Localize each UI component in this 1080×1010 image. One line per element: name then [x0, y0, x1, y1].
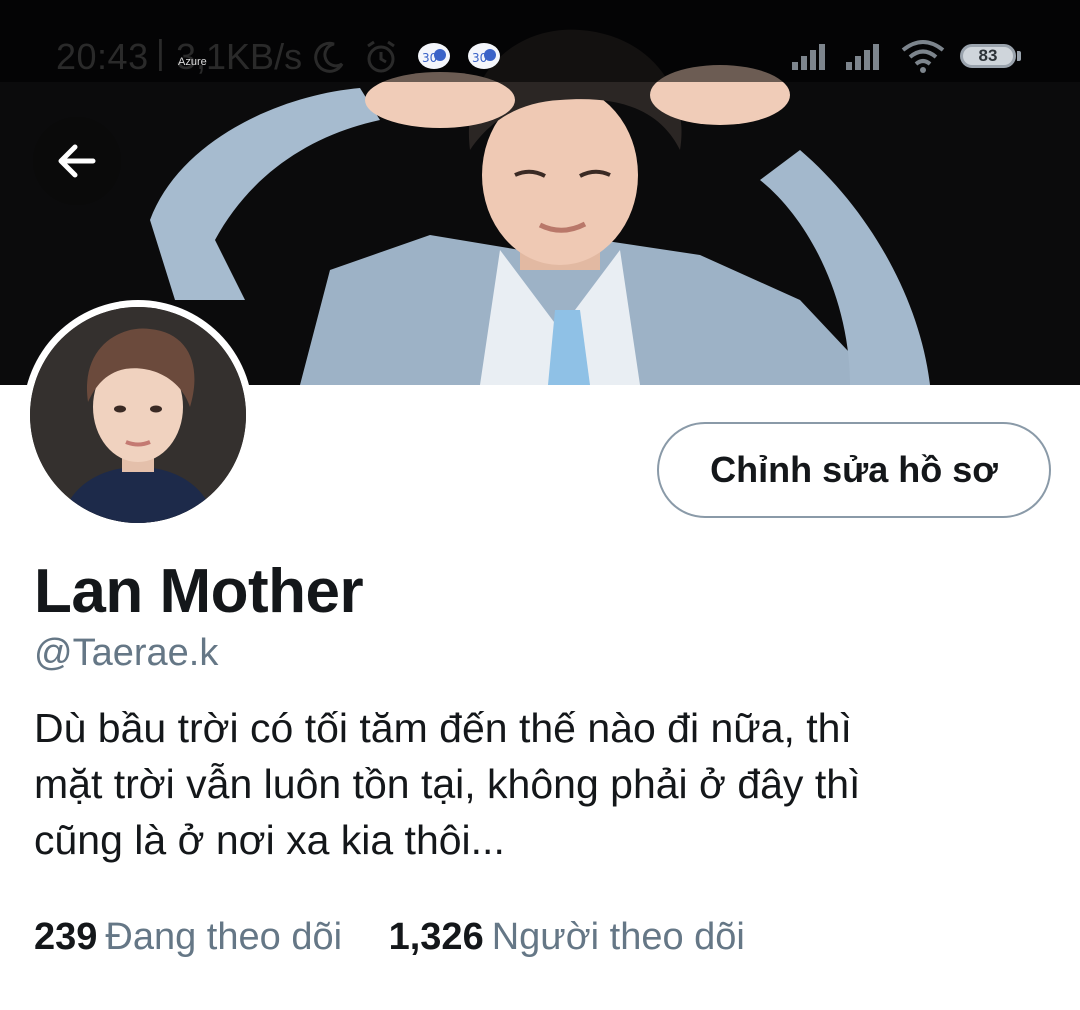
battery-icon: 83	[960, 44, 1016, 68]
arrow-left-icon	[58, 144, 96, 178]
profile-screen: 20:43 | 3,1KB/s Azure 30 30 83 Chỉnh sửa…	[0, 0, 1080, 1010]
avatar[interactable]	[23, 300, 253, 530]
following-label: Đang theo dõi	[105, 916, 343, 958]
edit-profile-button[interactable]: Chỉnh sửa hồ sơ	[657, 422, 1051, 518]
status-bar: 20:43 | 3,1KB/s Azure 30 30 83	[0, 0, 1080, 82]
followers-link[interactable]: 1,326 Người theo dõi	[389, 916, 745, 959]
cellular-signal-icon	[846, 44, 879, 70]
carrier-label: Azure	[178, 56, 207, 68]
app-notification-icon: 30	[418, 43, 450, 69]
bio-line: Dù bầu trời có tối tăm đến thế nào đi nữ…	[34, 705, 852, 751]
app-notification-icon: 30	[468, 43, 500, 69]
svg-text:30: 30	[472, 51, 487, 65]
bio-line: mặt trời vẫn luôn tồn tại, không phải ở …	[34, 761, 861, 807]
status-separator: |	[156, 34, 165, 72]
username-handle: @Taerae.k	[34, 632, 219, 674]
followers-label: Người theo dõi	[491, 916, 745, 958]
bio-line: cũng là ở nơi xa kia thôi...	[34, 817, 505, 863]
following-count: 239	[34, 916, 98, 958]
svg-text:30: 30	[422, 51, 437, 65]
moon-icon	[314, 41, 344, 73]
back-button[interactable]	[33, 117, 121, 205]
alarm-icon	[367, 40, 395, 73]
cellular-signal-icon	[792, 44, 825, 70]
followers-count: 1,326	[388, 916, 484, 958]
battery-tip	[1017, 51, 1021, 61]
status-time: 20:43	[56, 36, 149, 77]
following-link[interactable]: 239 Đang theo dõi	[34, 916, 342, 959]
avatar-photo	[30, 307, 246, 523]
profile-bio: Dù bầu trời có tối tăm đến thế nào đi nữ…	[34, 700, 1044, 868]
wifi-icon	[901, 40, 945, 73]
follow-stats: 239 Đang theo dõi 1,326 Người theo dõi	[34, 916, 781, 959]
display-name: Lan Mother	[34, 557, 364, 626]
